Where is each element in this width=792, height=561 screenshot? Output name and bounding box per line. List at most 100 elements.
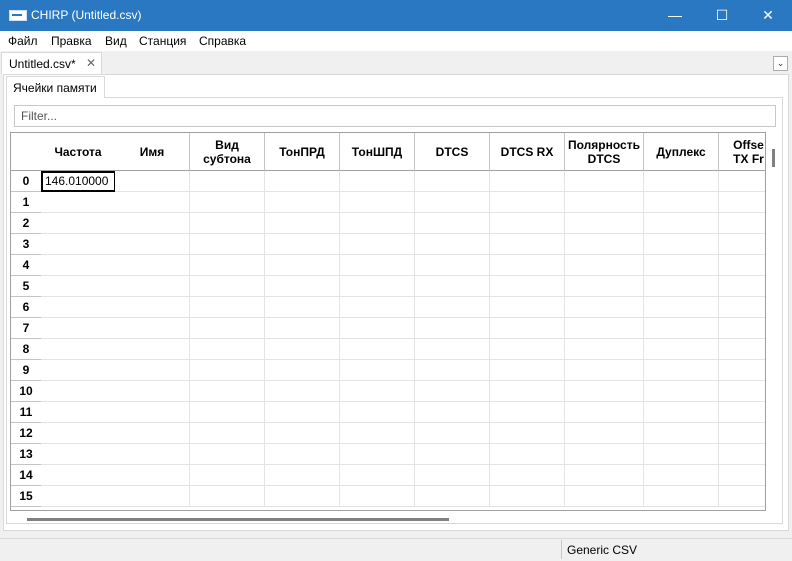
grid-cell[interactable] bbox=[719, 297, 765, 318]
grid-cell[interactable] bbox=[415, 255, 490, 276]
grid-cell[interactable] bbox=[565, 444, 644, 465]
grid-cell[interactable] bbox=[490, 381, 565, 402]
grid-cell[interactable] bbox=[490, 486, 565, 507]
grid-cell[interactable] bbox=[490, 360, 565, 381]
grid-cell[interactable] bbox=[490, 444, 565, 465]
grid-cell[interactable] bbox=[340, 213, 415, 234]
grid-cell[interactable] bbox=[415, 402, 490, 423]
row-label[interactable]: 4 bbox=[11, 255, 42, 276]
grid-cell[interactable] bbox=[41, 213, 116, 234]
grid-cell[interactable] bbox=[490, 276, 565, 297]
grid-cell[interactable] bbox=[415, 465, 490, 486]
grid-cell[interactable] bbox=[265, 465, 340, 486]
grid-cell[interactable] bbox=[415, 423, 490, 444]
grid-cell[interactable] bbox=[490, 255, 565, 276]
row-label[interactable]: 0 bbox=[11, 171, 42, 192]
grid-cell[interactable] bbox=[115, 381, 190, 402]
grid-cell[interactable] bbox=[415, 444, 490, 465]
grid-cell[interactable] bbox=[490, 402, 565, 423]
column-header[interactable]: DTCS bbox=[415, 133, 490, 171]
grid-cell[interactable] bbox=[719, 360, 765, 381]
grid-cell[interactable] bbox=[115, 444, 190, 465]
grid-cell[interactable] bbox=[644, 213, 719, 234]
row-label[interactable]: 1 bbox=[11, 192, 42, 213]
grid-cell[interactable] bbox=[644, 234, 719, 255]
grid-cell[interactable] bbox=[565, 486, 644, 507]
grid-cell[interactable] bbox=[490, 423, 565, 444]
maximize-button[interactable]: ☐ bbox=[699, 0, 745, 31]
column-header[interactable]: Offse TX Fr bbox=[719, 133, 765, 171]
menu-view[interactable]: Вид bbox=[105, 34, 127, 48]
grid-cell[interactable] bbox=[41, 444, 116, 465]
grid-cell[interactable] bbox=[265, 486, 340, 507]
grid-cell[interactable] bbox=[115, 318, 190, 339]
grid-cell[interactable] bbox=[190, 255, 265, 276]
grid-cell[interactable] bbox=[41, 486, 116, 507]
grid-cell[interactable] bbox=[490, 234, 565, 255]
grid-cell[interactable] bbox=[490, 465, 565, 486]
column-header[interactable]: Полярность DTCS bbox=[565, 133, 644, 171]
grid-cell[interactable] bbox=[340, 339, 415, 360]
grid-cell[interactable] bbox=[190, 465, 265, 486]
grid-cell[interactable] bbox=[644, 486, 719, 507]
grid-cell[interactable] bbox=[41, 192, 116, 213]
menu-edit[interactable]: Правка bbox=[51, 34, 92, 48]
grid-cell[interactable] bbox=[719, 444, 765, 465]
grid-cell[interactable] bbox=[719, 402, 765, 423]
grid-cell[interactable] bbox=[644, 381, 719, 402]
row-label[interactable]: 5 bbox=[11, 276, 42, 297]
grid-cell[interactable] bbox=[265, 381, 340, 402]
column-header[interactable]: Имя bbox=[115, 133, 190, 171]
grid-cell[interactable] bbox=[41, 402, 116, 423]
grid-cell[interactable] bbox=[265, 297, 340, 318]
minimize-button[interactable]: — bbox=[652, 0, 698, 31]
row-label[interactable]: 6 bbox=[11, 297, 42, 318]
grid-cell[interactable] bbox=[115, 255, 190, 276]
filter-input[interactable] bbox=[14, 105, 776, 127]
grid-cell[interactable] bbox=[265, 402, 340, 423]
grid-cell[interactable] bbox=[644, 171, 719, 192]
grid-cell[interactable] bbox=[115, 171, 190, 192]
tab-memories[interactable]: Ячейки памяти bbox=[6, 76, 105, 98]
grid-cell[interactable] bbox=[565, 360, 644, 381]
row-label[interactable]: 15 bbox=[11, 486, 42, 507]
grid-cell[interactable] bbox=[265, 360, 340, 381]
grid-cell[interactable] bbox=[644, 297, 719, 318]
grid-cell[interactable] bbox=[190, 381, 265, 402]
grid-cell[interactable] bbox=[415, 234, 490, 255]
row-label[interactable]: 3 bbox=[11, 234, 42, 255]
grid-cell[interactable] bbox=[719, 339, 765, 360]
grid-cell[interactable] bbox=[340, 360, 415, 381]
grid-cell[interactable] bbox=[41, 381, 116, 402]
grid-cell[interactable] bbox=[490, 297, 565, 318]
grid-cell[interactable] bbox=[41, 255, 116, 276]
grid-cell[interactable] bbox=[565, 402, 644, 423]
grid-cell[interactable] bbox=[415, 213, 490, 234]
grid-cell[interactable] bbox=[190, 318, 265, 339]
grid-cell[interactable] bbox=[340, 486, 415, 507]
grid-cell[interactable] bbox=[644, 339, 719, 360]
grid-cell[interactable] bbox=[719, 213, 765, 234]
grid-cell[interactable] bbox=[415, 381, 490, 402]
grid-cell[interactable] bbox=[41, 318, 116, 339]
column-header[interactable]: ТонПРД bbox=[265, 133, 340, 171]
grid-cell[interactable] bbox=[340, 171, 415, 192]
grid-cell[interactable] bbox=[115, 192, 190, 213]
grid-cell[interactable] bbox=[340, 444, 415, 465]
grid-cell[interactable] bbox=[415, 171, 490, 192]
grid-cell[interactable] bbox=[415, 339, 490, 360]
grid-cell[interactable] bbox=[565, 213, 644, 234]
grid-cell[interactable] bbox=[265, 192, 340, 213]
grid-cell[interactable] bbox=[265, 339, 340, 360]
grid-cell[interactable] bbox=[719, 423, 765, 444]
row-label[interactable]: 12 bbox=[11, 423, 42, 444]
menu-file[interactable]: Файл bbox=[8, 34, 38, 48]
grid-cell[interactable] bbox=[115, 465, 190, 486]
grid-cell[interactable] bbox=[565, 339, 644, 360]
vertical-scroll-thumb[interactable] bbox=[772, 149, 775, 167]
grid-cell[interactable] bbox=[190, 486, 265, 507]
grid-cell[interactable] bbox=[415, 360, 490, 381]
row-label[interactable]: 2 bbox=[11, 213, 42, 234]
grid-cell[interactable] bbox=[644, 360, 719, 381]
grid-cell[interactable] bbox=[415, 276, 490, 297]
